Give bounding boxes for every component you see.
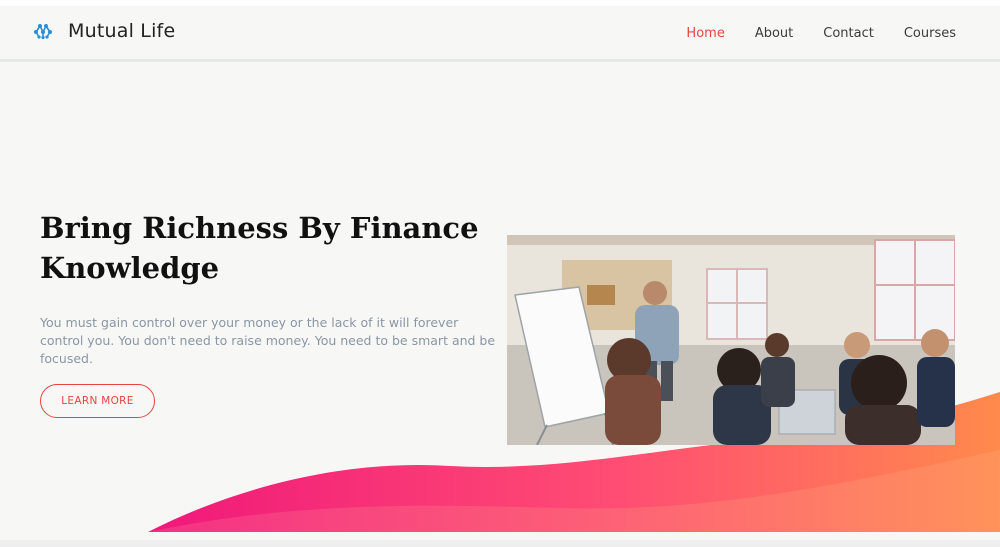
bottom-edge bbox=[0, 540, 1000, 547]
hero-image bbox=[507, 235, 955, 445]
nav-about-link[interactable]: About bbox=[755, 26, 793, 41]
main-nav: Home About Contact Courses bbox=[656, 26, 956, 41]
hero-title: Bring Richness By Finance Knowledge bbox=[40, 211, 479, 285]
molecule-logo-icon bbox=[34, 24, 52, 40]
nav-courses-link[interactable]: Courses bbox=[904, 26, 956, 41]
brand-name: Mutual Life bbox=[68, 20, 176, 42]
navbar: Mutual Life Home About Contact Courses bbox=[0, 6, 1000, 62]
learn-more-button[interactable]: LEARN MORE bbox=[40, 384, 155, 418]
nav-home-link[interactable]: Home bbox=[686, 26, 724, 41]
hero-description: You must gain control over your money or… bbox=[40, 315, 496, 366]
nav-contact-link[interactable]: Contact bbox=[823, 26, 874, 41]
brand[interactable]: Mutual Life bbox=[32, 20, 175, 42]
